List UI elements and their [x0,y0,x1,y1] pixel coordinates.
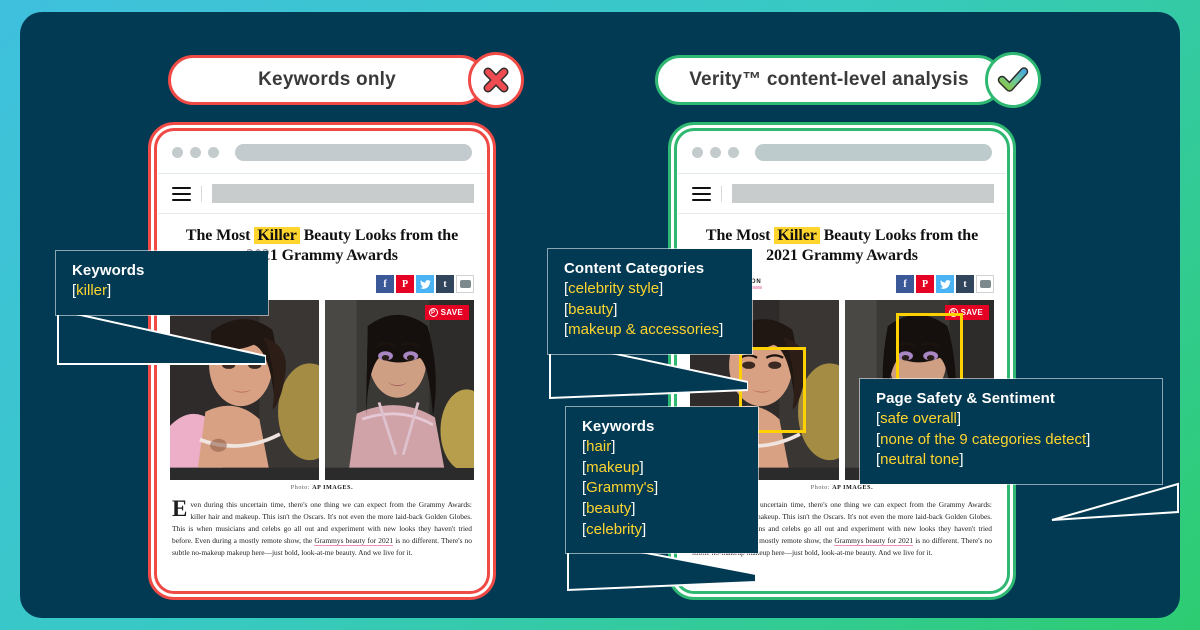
tumblr-share-button[interactable]: t [956,275,974,294]
left-panel-header: Keywords only [168,52,524,108]
comment-button[interactable] [976,275,994,294]
headline-part-1: The Most [185,227,255,244]
photo-credit-label: Photo: [290,485,311,492]
right-keyword-item: [makeup] [582,458,644,476]
maximize-dot-icon[interactable] [208,147,219,158]
article-body-link[interactable]: Grammys beauty for 2021 [314,535,394,546]
save-label: SAVE [440,308,463,318]
right-keyword-item: [beauty] [582,500,636,518]
maximize-dot-icon[interactable] [728,147,739,158]
photo-right: P SAVE [325,300,474,481]
right-keyword-item: [celebrity] [582,520,647,538]
headline-keyword-highlight: Killer [254,227,300,244]
right-panel-title-text: Verity™ content-level analysis [689,69,969,90]
left-keywords-callout-tail [57,308,266,365]
window-controls [172,147,219,158]
left-keywords-item: [killer] [72,282,112,299]
facebook-share-button[interactable]: f [376,275,394,294]
content-category-item: [makeup & accessories] [564,321,724,339]
minimize-dot-icon[interactable] [710,147,721,158]
nav-divider [201,185,202,202]
site-logo-placeholder [212,184,474,203]
right-keyword-4: celebrity [586,520,643,538]
content-category-0: celebrity style [568,280,660,297]
photo-credit: Photo: AP IMAGES. [170,485,474,491]
content-category-1: beauty [568,300,614,318]
right-keywords-title: Keywords [582,418,655,435]
page-safety-0: safe overall [880,410,957,427]
page-safety-title: Page Safety & Sentiment [876,390,1056,407]
content-category-item: [celebrity style] [564,280,664,297]
minimize-dot-icon[interactable] [190,147,201,158]
nav-divider [721,185,722,202]
share-buttons: f P t [376,275,474,294]
right-keyword-0: hair [586,438,612,455]
left-panel-title: Keywords only [168,55,486,105]
photo-credit-source: AP IMAGES. [832,485,874,492]
close-dot-icon[interactable] [692,147,703,158]
tumblr-share-button[interactable]: t [436,275,454,294]
article-body-link[interactable]: Grammys beauty for 2021 [834,535,914,546]
cross-icon [468,52,524,108]
address-bar[interactable] [235,144,472,161]
share-buttons-2: f P t [896,275,994,294]
headline-keyword-highlight: Killer [774,227,820,244]
right-keyword-1: makeup [586,458,640,476]
right-keywords-callout: Keywords [hair] [makeup] [Grammy's] [bea… [566,407,758,554]
twitter-share-button[interactable] [936,275,954,294]
site-navbar-2 [678,174,1006,214]
close-dot-icon[interactable] [172,147,183,158]
pinterest-icon: P [428,308,438,318]
content-category-2: makeup & accessories [568,321,720,339]
page-safety-item: [safe overall] [876,410,962,427]
poster-stage: Keywords only Verity™ content-level anal… [20,12,1180,618]
hamburger-menu-icon[interactable] [692,186,711,201]
article-body: Even during this uncertain time, there's… [170,496,474,559]
headline-part-1: The Most [705,227,775,244]
page-safety-item: [neutral tone] [876,451,964,469]
left-keywords-callout: Keywords [killer] [56,251,268,315]
save-label: SAVE [960,308,983,318]
check-icon [985,52,1041,108]
page-safety-callout-tail [1051,482,1179,521]
content-categories-callout: Content Categories [celebrity style] [be… [548,249,752,355]
pinterest-save-button[interactable]: P SAVE [424,305,469,321]
photo-credit-label: Photo: [810,485,831,492]
right-panel-title: Verity™ content-level analysis [655,55,1003,105]
browser-chrome-2 [678,132,1006,174]
right-keyword-item: [hair] [582,438,616,455]
right-panel-header: Verity™ content-level analysis [655,52,1041,108]
site-navbar [158,174,486,214]
content-categories-title: Content Categories [564,260,705,277]
address-bar-2[interactable] [755,144,992,161]
pinterest-share-button[interactable]: P [396,275,414,294]
right-keyword-item: [Grammy's] [582,479,659,497]
browser-chrome [158,132,486,174]
pinterest-share-button[interactable]: P [916,275,934,294]
right-keyword-3: beauty [586,500,632,518]
page-safety-1: none of the 9 categories detect [880,430,1087,448]
hamburger-menu-icon[interactable] [172,186,191,201]
site-logo-placeholder [732,184,994,203]
page-safety-item: [none of the 9 categories detect] [876,430,1091,448]
left-keyword-0: killer [76,282,108,299]
left-keywords-callout-title: Keywords [72,262,145,279]
photo-credit-source: AP IMAGES. [312,485,354,492]
page-safety-2: neutral tone [880,451,960,469]
page-safety-callout: Page Safety & Sentiment [safe overall] [… [860,379,1162,485]
comment-button[interactable] [456,275,474,294]
facebook-share-button[interactable]: f [896,275,914,294]
content-category-item: [beauty] [564,300,618,318]
twitter-share-button[interactable] [416,275,434,294]
article-dropcap: E [172,496,188,522]
right-keyword-2: Grammy's [586,479,655,497]
window-controls-2 [692,147,739,158]
left-panel-title-text: Keywords only [258,69,396,90]
